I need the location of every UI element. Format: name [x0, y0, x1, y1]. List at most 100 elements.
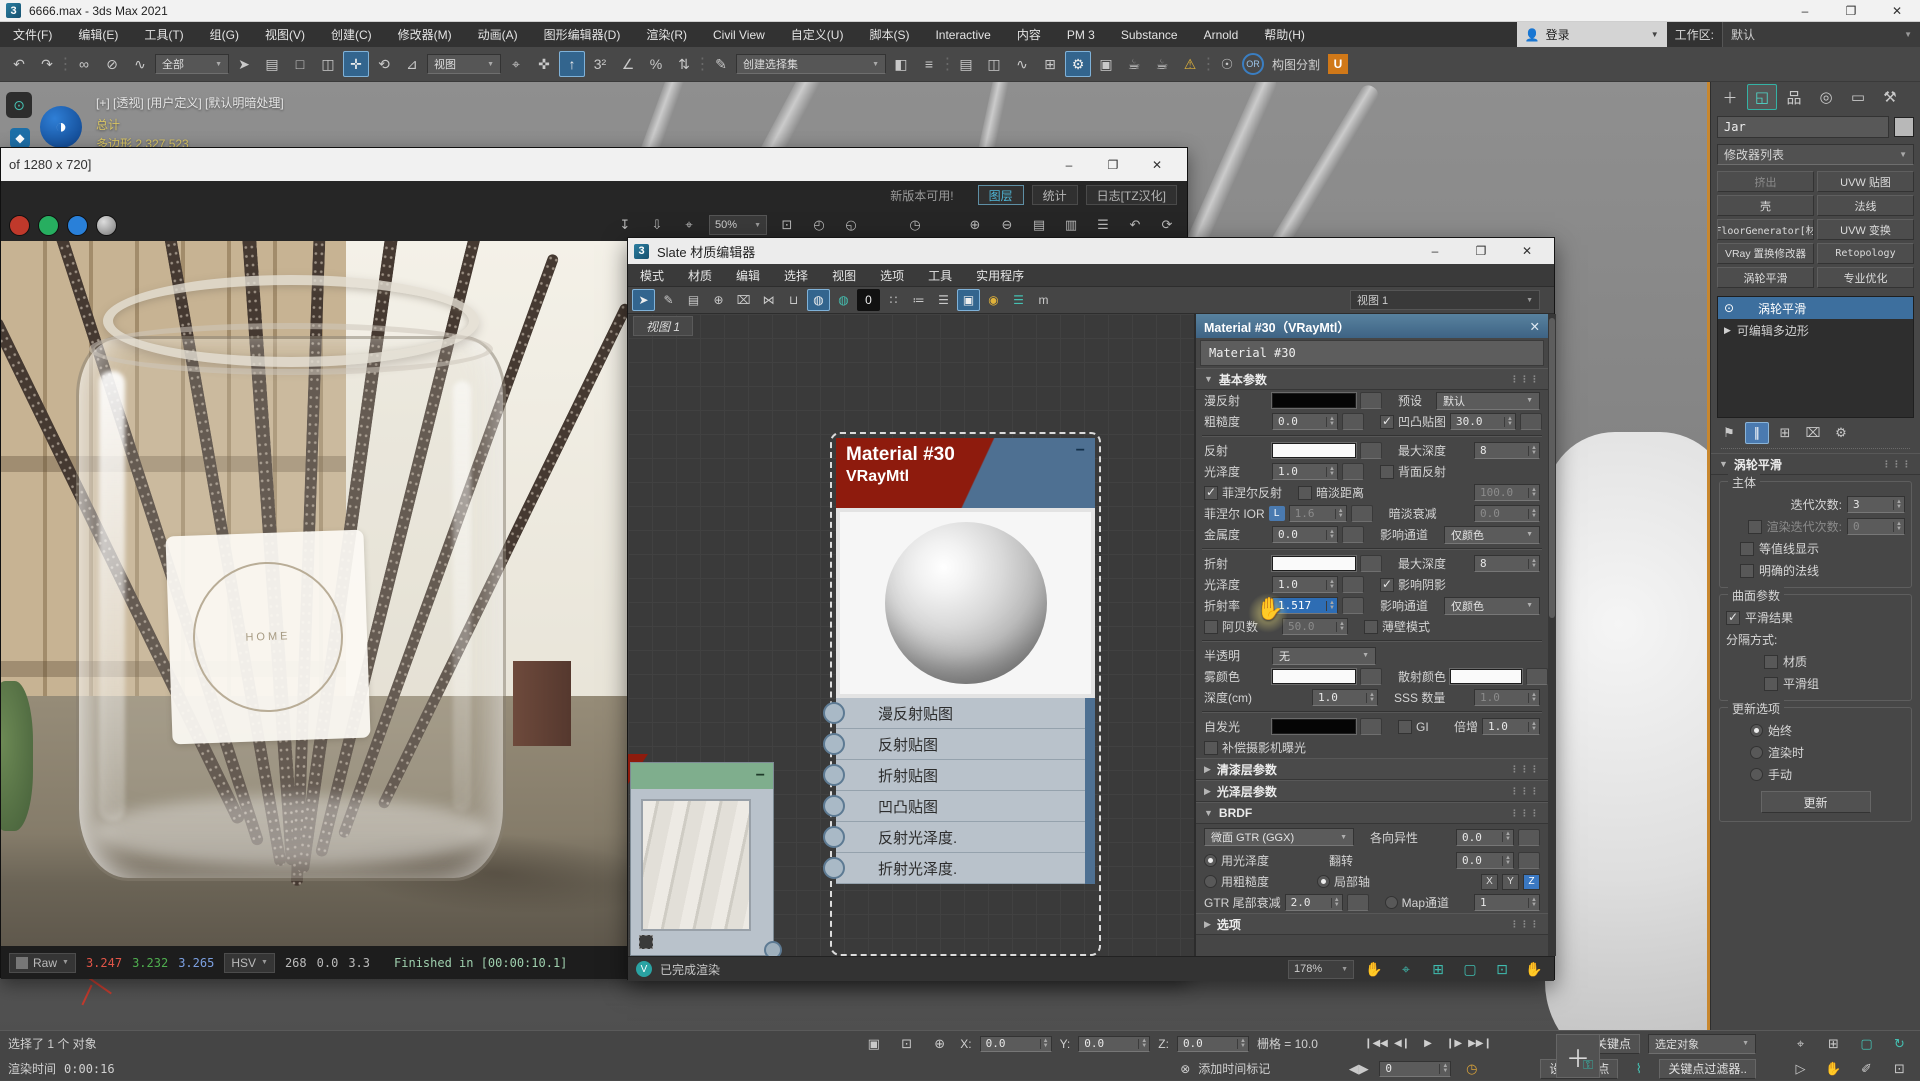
fog-color-swatch[interactable]	[1272, 669, 1356, 684]
zoom-extents-icon[interactable]: ▢	[1854, 1033, 1879, 1054]
by-material-checkbox[interactable]	[1764, 655, 1778, 669]
shell-button[interactable]: 壳	[1717, 195, 1814, 216]
axis-x-button[interactable]: X	[1481, 874, 1498, 890]
maximize-viewport-icon[interactable]: ⊡	[1887, 1058, 1912, 1079]
menu-modifiers[interactable]: 修改器(M)	[385, 22, 465, 47]
max-depth-spinner[interactable]: 8	[1474, 442, 1540, 459]
move-children-icon[interactable]: ⋈	[757, 289, 780, 311]
pan-hand-icon[interactable]: ✋	[1362, 958, 1386, 980]
go-to-end-icon[interactable]: ▶▶❙	[1468, 1034, 1492, 1054]
update-render-radio[interactable]	[1750, 746, 1763, 759]
panel-close-icon[interactable]: ✕	[1530, 319, 1540, 334]
refract-map-button[interactable]	[1360, 555, 1382, 572]
key-mode-dropdown[interactable]: 选定对象▼	[1648, 1034, 1756, 1054]
sample-uv-tiling-icon[interactable]: ≔	[907, 289, 930, 311]
bind-spacewarp-icon[interactable]: ∿	[127, 51, 153, 77]
slot-refract-gloss[interactable]: 折射光泽度.	[836, 853, 1095, 884]
history-icon[interactable]: ⟳	[1155, 213, 1179, 237]
curve-editor-icon[interactable]: ∿	[1009, 51, 1035, 77]
affect-channels2-dropdown[interactable]: 仅颜色▼	[1444, 597, 1540, 615]
transform-type-in-icon[interactable]: ⊕	[927, 1033, 952, 1054]
roughness-map-button[interactable]	[1342, 413, 1364, 430]
smooth-result-checkbox[interactable]	[1726, 611, 1740, 625]
slot-socket[interactable]	[823, 764, 845, 786]
me-menu-options[interactable]: 选项	[868, 264, 916, 287]
prooptimizer-button[interactable]: 专业优化	[1817, 267, 1914, 288]
menu-group[interactable]: 组(G)	[197, 22, 252, 47]
make-unique-icon[interactable]: ⊞	[1773, 422, 1797, 444]
use-glossiness-radio[interactable]	[1204, 854, 1217, 867]
select-by-material-icon[interactable]: ◉	[982, 289, 1005, 311]
me-select-icon[interactable]: ➤	[632, 289, 655, 311]
headphones-icon[interactable]: ☉	[1214, 51, 1240, 77]
schematic-view-icon[interactable]: ⊞	[1037, 51, 1063, 77]
me-menu-utilities[interactable]: 实用程序	[964, 264, 1036, 287]
window-crossing-icon[interactable]: ◫	[315, 51, 341, 77]
slot-socket[interactable]	[823, 795, 845, 817]
render-region-icon[interactable]: ⌖	[677, 213, 701, 237]
rendered-frame-window-icon[interactable]: ▣	[1093, 51, 1119, 77]
ior-map-button[interactable]	[1342, 597, 1364, 614]
abbe-spinner[interactable]: 50.0	[1282, 618, 1348, 635]
update-always-radio[interactable]	[1750, 724, 1763, 737]
green-channel-toggle[interactable]	[38, 215, 59, 236]
expand-arrow-icon[interactable]: ▶	[1724, 325, 1731, 336]
affect-channels-dropdown[interactable]: 仅颜色▼	[1444, 526, 1540, 544]
rotation-map-button[interactable]	[1518, 852, 1540, 869]
me-menu-select[interactable]: 选择	[772, 264, 820, 287]
tab-layers[interactable]: 图层	[978, 185, 1024, 205]
add-time-tag[interactable]: 添加时间标记	[1198, 1060, 1270, 1077]
dim-falloff-spinner[interactable]: 0.0	[1474, 505, 1540, 522]
me-view-dropdown[interactable]: 视图 1▼	[1350, 290, 1540, 310]
render-production-icon[interactable]: ☕	[1121, 51, 1147, 77]
tab-display-icon[interactable]: ▭	[1843, 84, 1873, 110]
node-collapse-icon[interactable]: −	[756, 767, 765, 785]
tab-hierarchy-icon[interactable]: 品	[1779, 84, 1809, 110]
snap-toggle-3d-icon[interactable]: 3²	[587, 51, 613, 77]
bump-map-button[interactable]	[1520, 413, 1542, 430]
slot-socket[interactable]	[823, 702, 845, 724]
rotation-spinner[interactable]: 0.0	[1456, 852, 1514, 869]
me-close-button[interactable]: ✕	[1504, 238, 1550, 264]
use-pivot-center-icon[interactable]: ⌖	[503, 51, 529, 77]
me-menu-tools[interactable]: 工具	[916, 264, 964, 287]
previous-frame-icon[interactable]: ◀❙	[1390, 1034, 1414, 1054]
current-frame-field[interactable]: 0	[1379, 1061, 1451, 1077]
menu-interactive[interactable]: Interactive	[922, 22, 1003, 47]
fov-icon[interactable]: ▷	[1788, 1058, 1813, 1079]
composition-split-label[interactable]: 构图分割	[1266, 56, 1326, 73]
show-end-result-icon[interactable]: ∥	[1745, 422, 1769, 444]
hide-unused-slots-icon[interactable]: ⊔	[782, 289, 805, 311]
compare-a-icon[interactable]: ▤	[1027, 213, 1051, 237]
rollout-brdf[interactable]: ▼BRDF⋮⋮⋮	[1196, 802, 1548, 824]
undo-icon[interactable]: ↶	[6, 51, 32, 77]
play-icon[interactable]: ▶	[1416, 1034, 1440, 1054]
red-channel-toggle[interactable]	[9, 215, 30, 236]
show-shaded-map-icon[interactable]: ◍	[832, 289, 855, 311]
turbosmooth-button[interactable]: 涡轮平滑	[1717, 267, 1814, 288]
material-preview-window-icon[interactable]: ▣	[957, 289, 980, 311]
map-channel-radio[interactable]	[1385, 896, 1398, 909]
modifier-list-dropdown[interactable]: 修改器列表▼	[1717, 144, 1914, 165]
menu-scripting[interactable]: 脚本(S)	[856, 22, 922, 47]
hsv-dropdown[interactable]: HSV▼	[224, 953, 275, 973]
extrude-button[interactable]: 挤出	[1717, 171, 1814, 192]
fresnel-ior-spinner[interactable]: 1.6	[1289, 505, 1347, 522]
selection-filter-dropdown[interactable]: 全部▼	[155, 54, 229, 74]
render-iters-checkbox[interactable]	[1748, 520, 1762, 534]
angle-snap-icon[interactable]: ∠	[615, 51, 641, 77]
anisotropy-map-button[interactable]	[1518, 829, 1540, 846]
tab-modify-icon[interactable]: ◱	[1747, 84, 1777, 110]
max-depth2-spinner[interactable]: 8	[1474, 555, 1540, 572]
params-scrollbar[interactable]	[1548, 314, 1556, 956]
zoom-region-icon[interactable]: ⊞	[1426, 958, 1450, 980]
slot-reflect-gloss[interactable]: 反射光泽度.	[836, 822, 1095, 853]
background-toggle-icon[interactable]: 0	[857, 289, 880, 311]
vfb-close-button[interactable]: ✕	[1135, 148, 1179, 181]
preset-dropdown[interactable]: 默认▼	[1436, 392, 1540, 410]
mirror-icon[interactable]: ◧	[888, 51, 914, 77]
select-and-rotate-icon[interactable]: ⟲	[371, 51, 397, 77]
reference-coordinate-dropdown[interactable]: 视图▼	[427, 54, 501, 74]
follow-mouse-icon[interactable]: ◴	[807, 213, 831, 237]
select-and-scale-icon[interactable]: ⊿	[399, 51, 425, 77]
